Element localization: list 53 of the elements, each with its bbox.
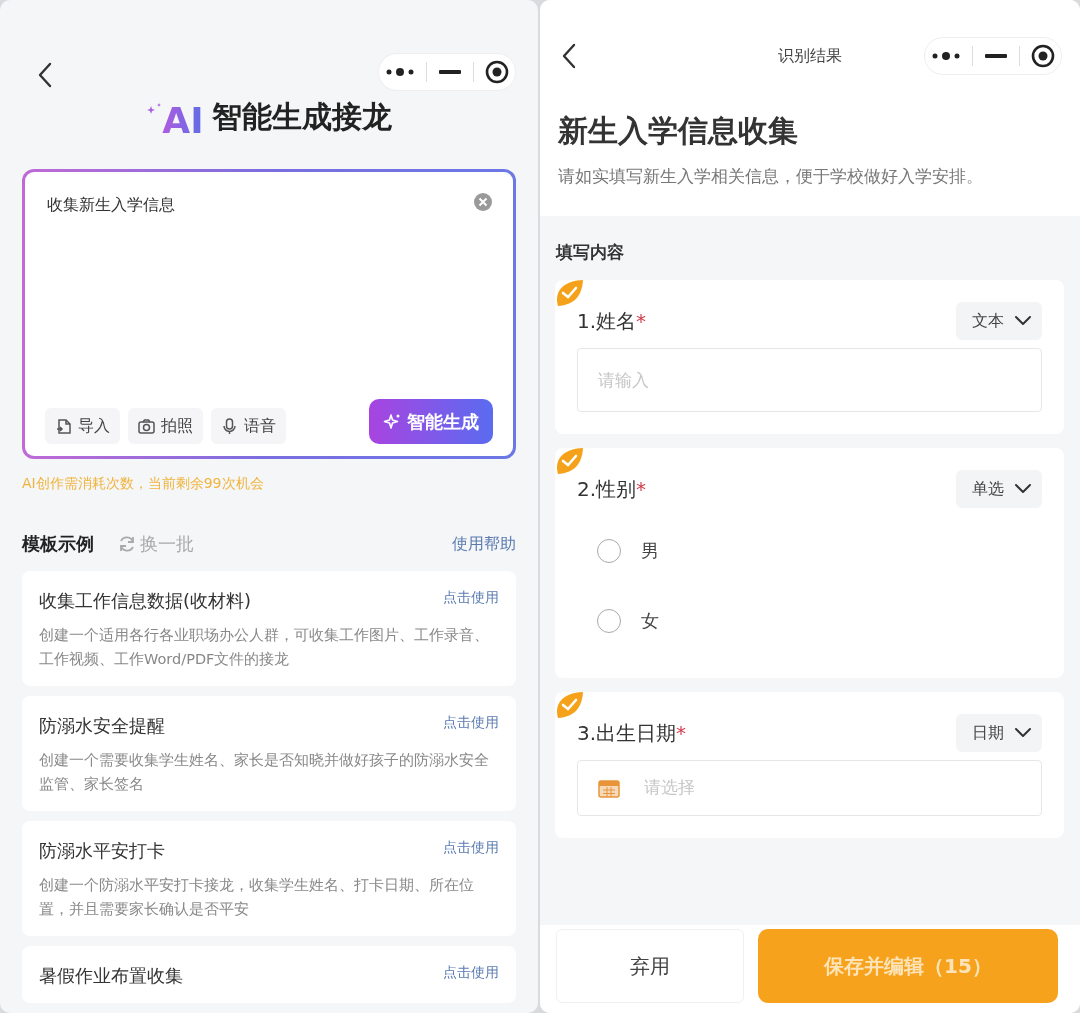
template-description: 创建一个需要收集学生姓名、家长是否知晓并做好孩子的防溺水安全监管、家长签名 [39,751,490,795]
import-icon [55,417,72,435]
section-title: 填写内容 [554,241,625,265]
tool-button[interactable]: 拍照 [128,408,203,445]
clear-icon[interactable] [473,192,493,213]
back-icon[interactable] [562,43,576,69]
radio-option[interactable]: 女 [577,585,679,656]
chevron-down-icon [1014,483,1032,495]
radio-option[interactable]: 男 [577,515,679,586]
template-description: 创建一个适用各行各业职场办公人群，可收集工作图片、工作录音、工作视频、工作Word/PDF文件的接龙 [39,626,490,670]
form-title: 新生入学信息收集 [558,112,799,150]
microphone-icon [221,417,238,435]
template-title: 暑假作业布置收集 [39,964,183,988]
use-template-link[interactable]: 点击使用 [443,837,499,859]
more-icon[interactable] [930,51,961,61]
use-template-link[interactable]: 点击使用 [443,587,499,609]
help-link[interactable]: 使用帮助 [452,531,516,556]
discard-button[interactable]: 弃用 [556,929,744,1003]
page-title: 智能生成接龙 [211,98,392,137]
template-title: 防溺水安全提醒 [39,714,165,739]
more-icon[interactable] [384,66,415,77]
type-dropdown[interactable]: 日期 [956,713,1042,752]
field-label: 1.姓名* [577,307,647,335]
template-title: 收集工作信息数据(收材料) [39,589,252,614]
use-template-link[interactable]: 点击使用 [443,712,499,734]
template-description: 创建一个防溺水平安打卡接龙，收集学生姓名、打卡日期、所在位置，并且需要家长确认是否平安 [39,876,475,920]
quota-hint: AI创作需消耗次数，当前剩余99次机会 [22,474,265,494]
text-input[interactable]: 请输入 [577,347,1042,412]
close-icon[interactable] [485,59,510,84]
form-description: 请如实填写新生入学相关信息，便于学校做好入学安排。 [558,165,984,188]
back-icon[interactable] [38,61,52,88]
tool-button[interactable]: 导入 [45,408,120,445]
type-dropdown[interactable]: 文本 [956,301,1042,340]
close-icon[interactable] [1031,44,1056,68]
camera-icon [138,417,155,435]
template-title: 防溺水平安打卡 [39,839,165,864]
minimize-icon[interactable] [985,53,1007,59]
chevron-down-icon [1014,727,1032,739]
generate-button[interactable]: 智能生成 [369,399,493,445]
use-template-link[interactable]: 点击使用 [443,962,499,983]
chevron-down-icon [1014,315,1032,327]
sparkle-icon [383,412,401,431]
field-label: 2.性别* [577,475,647,503]
date-placeholder: 请选择 [644,775,695,799]
field-label: 3.出生日期* [577,719,687,747]
minimize-icon[interactable] [439,68,461,75]
section-title: 模板示例 [22,532,94,557]
type-dropdown[interactable]: 单选 [956,469,1042,508]
calendar-icon [598,777,620,798]
nav-title: 识别结果 [778,45,842,67]
refresh-icon [118,534,136,553]
prompt-input[interactable]: 收集新生入学信息 [45,192,473,219]
tool-button[interactable]: 语音 [211,408,286,445]
